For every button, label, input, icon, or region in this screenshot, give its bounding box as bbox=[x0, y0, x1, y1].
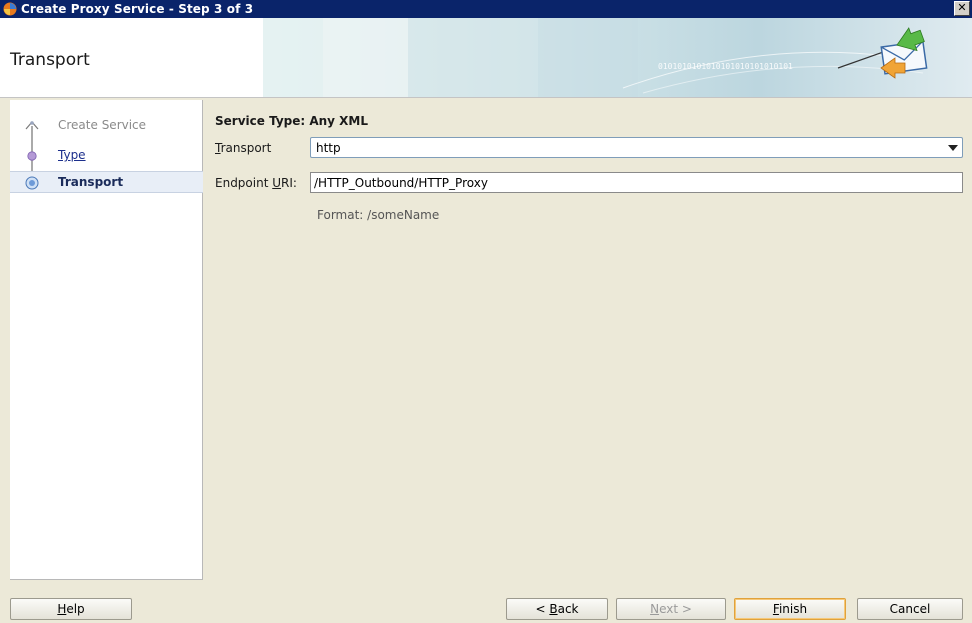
step-label[interactable]: Type bbox=[58, 148, 86, 162]
title-bar: Create Proxy Service - Step 3 of 3 ✕ bbox=[0, 0, 972, 18]
help-button[interactable]: Help bbox=[10, 598, 132, 620]
step-done-icon bbox=[27, 151, 37, 161]
banner-graphic: 0101010101010101010101010101 bbox=[263, 18, 972, 97]
finish-button[interactable]: Finish bbox=[734, 598, 846, 620]
service-type-label: Service Type: Any XML bbox=[215, 114, 369, 128]
step-label: Transport bbox=[58, 175, 124, 189]
endpoint-uri-value: /HTTP_Outbound/HTTP_Proxy bbox=[314, 175, 488, 190]
window-title: Create Proxy Service - Step 3 of 3 bbox=[21, 2, 254, 16]
step-transport: Transport bbox=[10, 171, 203, 193]
format-hint: Format: /someName bbox=[317, 208, 440, 222]
chevron-down-icon[interactable] bbox=[948, 145, 958, 151]
transport-label: Transport bbox=[215, 141, 272, 155]
wizard-steps-panel: Create Service Type Transport bbox=[10, 100, 203, 580]
app-icon bbox=[3, 2, 17, 16]
binary-decoration: 0101010101010101010101010101 bbox=[658, 62, 793, 71]
close-button[interactable]: ✕ bbox=[954, 1, 970, 16]
step-current-icon bbox=[25, 176, 39, 190]
cancel-button[interactable]: Cancel bbox=[857, 598, 963, 620]
close-icon: ✕ bbox=[957, 1, 967, 14]
endpoint-uri-label: Endpoint URI: bbox=[215, 176, 297, 190]
back-button[interactable]: < Back bbox=[506, 598, 608, 620]
step-create-service: Create Service bbox=[10, 114, 203, 136]
endpoint-uri-input[interactable]: /HTTP_Outbound/HTTP_Proxy bbox=[310, 172, 963, 193]
form-panel: Service Type: Any XML Transport http End… bbox=[205, 100, 972, 580]
banner: Transport 0101010101010101010101010101 bbox=[0, 18, 972, 98]
next-button[interactable]: Next > bbox=[616, 598, 726, 620]
step-type[interactable]: Type bbox=[10, 144, 203, 166]
page-heading: Transport bbox=[10, 50, 90, 70]
transport-select-value: http bbox=[316, 140, 341, 155]
step-start-icon bbox=[25, 121, 39, 130]
transport-select[interactable]: http bbox=[310, 137, 963, 158]
step-label: Create Service bbox=[58, 118, 147, 132]
